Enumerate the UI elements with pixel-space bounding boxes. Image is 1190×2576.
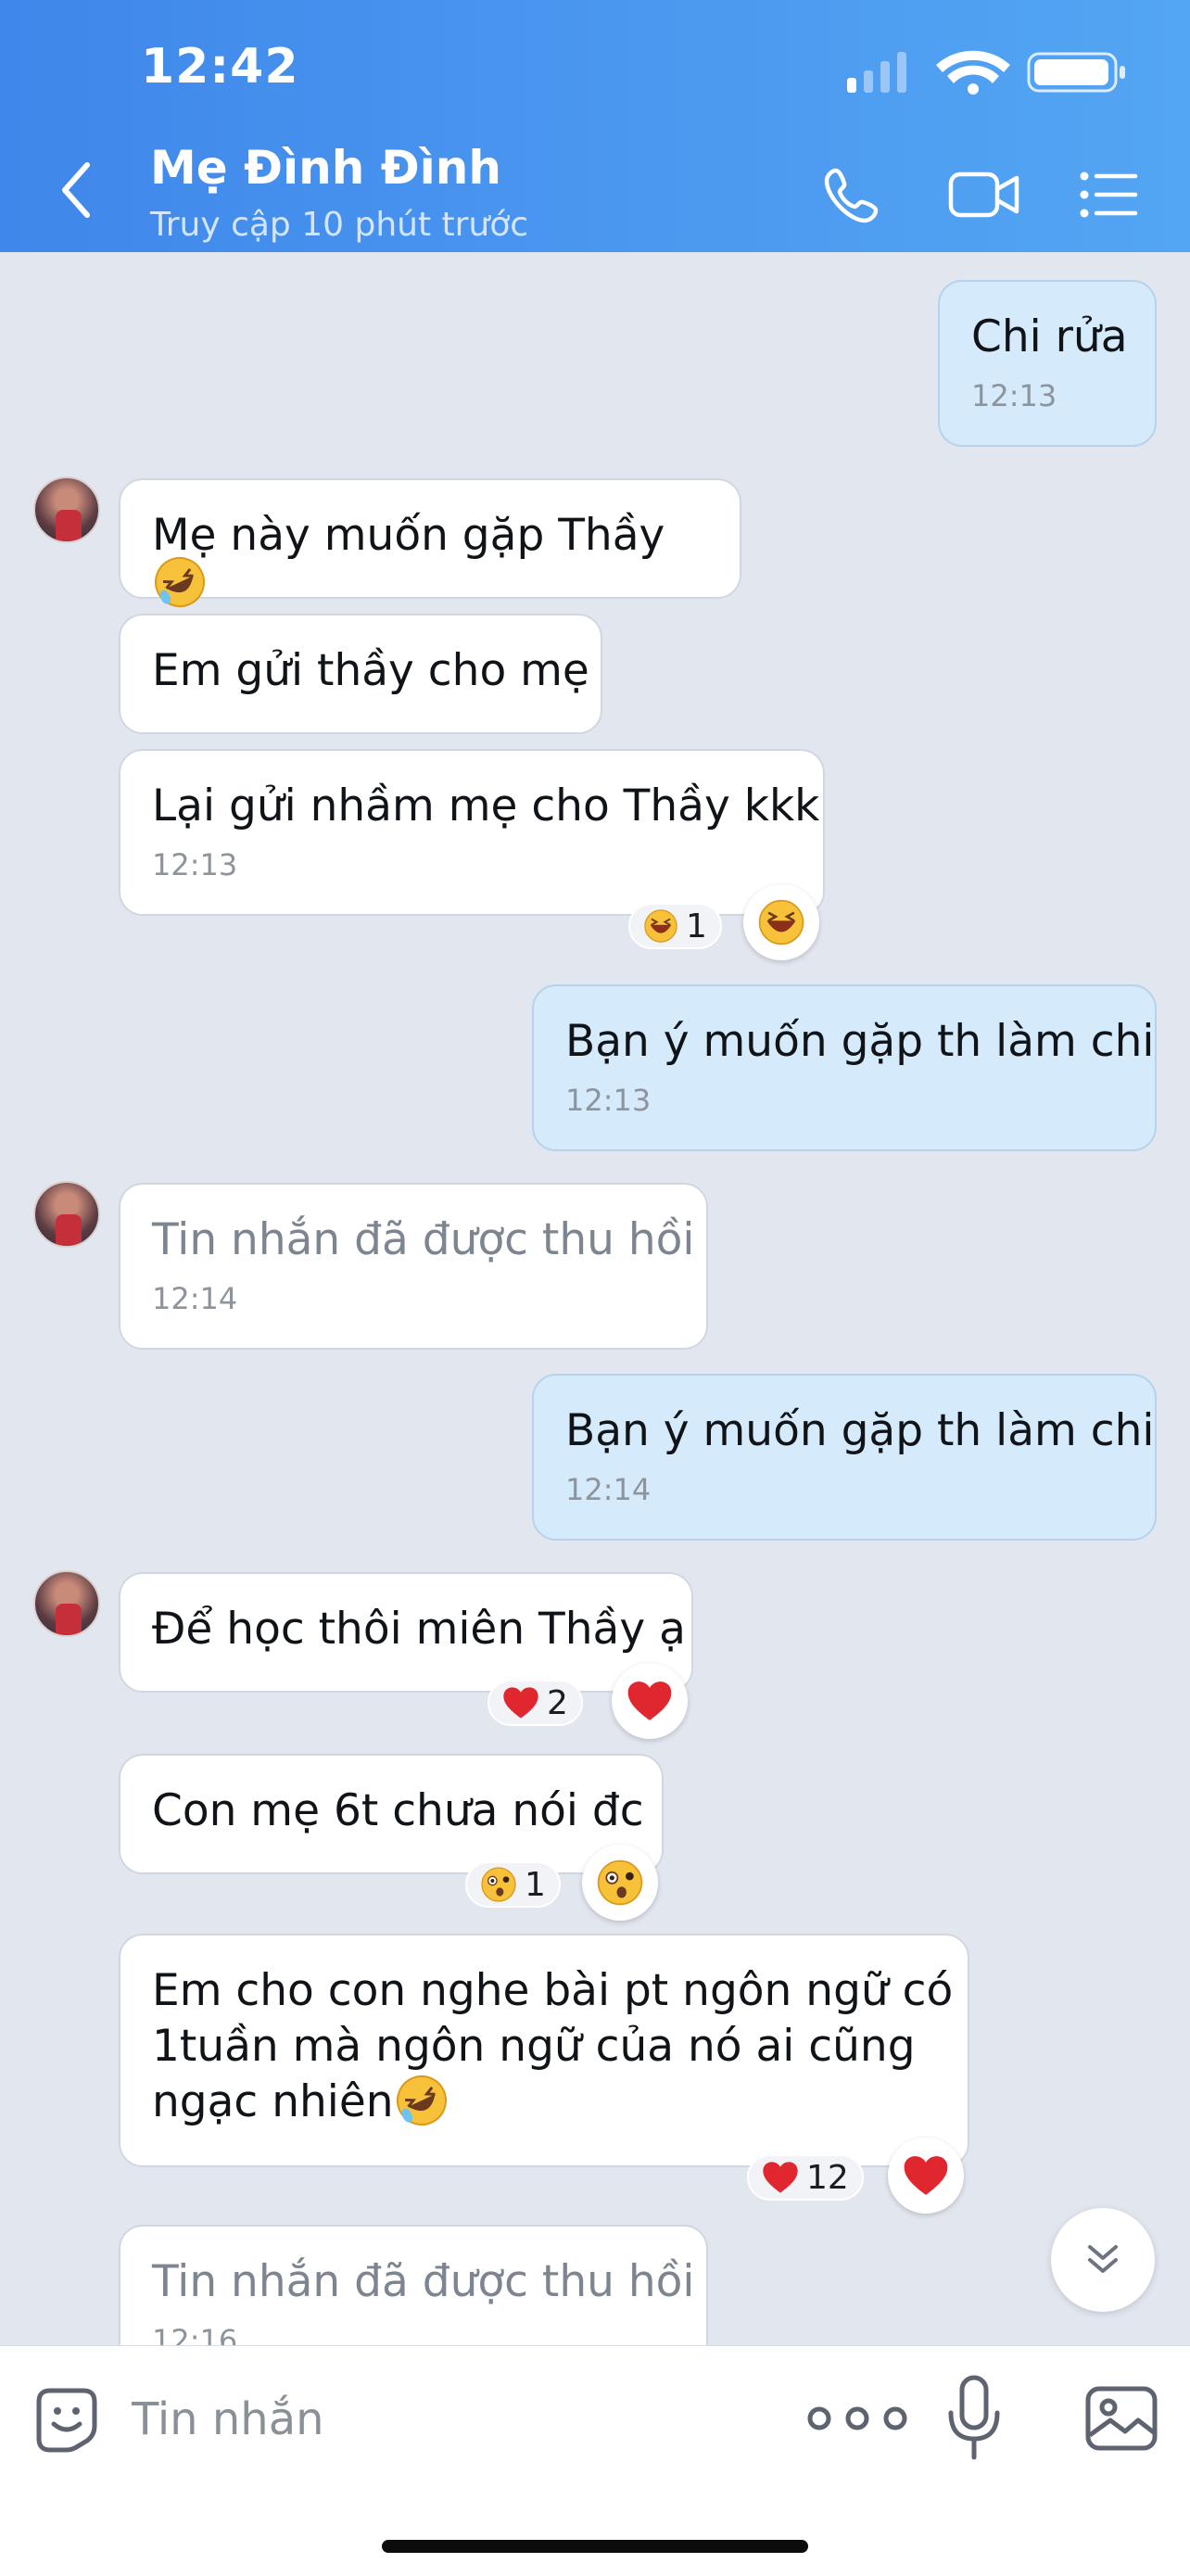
- react-button[interactable]: [888, 2138, 964, 2214]
- video-camera-icon: [948, 171, 1019, 218]
- rolling-laughing-emoji-icon: [396, 2075, 447, 2126]
- red-heart-icon: [904, 2156, 948, 2195]
- wifi-icon: [936, 50, 1010, 95]
- message-bubble-outgoing[interactable]: Bạn ý muốn gặp th làm chi 12:14: [532, 1374, 1157, 1541]
- voice-message-button[interactable]: [945, 2372, 1003, 2465]
- react-button[interactable]: [743, 884, 819, 960]
- message-text-line: 1tuần mà ngôn ngữ của nó ai cũng: [152, 2021, 916, 2072]
- rolling-laughing-emoji-icon: [155, 557, 205, 607]
- reaction-summary[interactable]: 1: [628, 903, 722, 949]
- double-chevron-down-icon: [1088, 2245, 1118, 2273]
- red-heart-icon: [627, 1681, 672, 1720]
- reaction-summary[interactable]: 12: [747, 2154, 864, 2201]
- send-image-button[interactable]: [1084, 2383, 1158, 2454]
- message-input[interactable]: [130, 2381, 764, 2457]
- message-text: Lại gửi nhầm mẹ cho Thầy kkk: [152, 780, 820, 831]
- back-button[interactable]: [54, 158, 100, 222]
- status-time: 12:42: [141, 39, 299, 95]
- battery-icon: [1027, 52, 1125, 93]
- message-bubble-incoming[interactable]: Lại gửi nhầm mẹ cho Thầy kkk 12:13: [119, 749, 825, 916]
- message-text: Bạn ý muốn gặp th làm chi: [565, 1016, 1155, 1067]
- home-indicator[interactable]: [382, 2540, 808, 2553]
- contact-avatar[interactable]: [33, 1181, 100, 1248]
- image-icon: [1085, 2386, 1158, 2451]
- scroll-to-bottom-button[interactable]: [1051, 2208, 1155, 2312]
- message-text: Bạn ý muốn gặp th làm chi: [565, 1405, 1155, 1456]
- more-dots-icon: [807, 2406, 907, 2430]
- message-time: 12:13: [152, 847, 238, 882]
- phone-icon: [824, 168, 879, 223]
- laughing-face-icon: [644, 909, 677, 943]
- list-menu-icon: [1080, 171, 1138, 218]
- surprised-face-icon: [481, 1867, 516, 1902]
- message-bubble-recalled[interactable]: Tin nhắn đã được thu hồi 12:14: [119, 1183, 708, 1350]
- message-text: Để học thôi miên Thầy ạ: [152, 1604, 686, 1655]
- surprised-face-icon: [597, 1859, 643, 1906]
- call-button[interactable]: [816, 158, 890, 232]
- microphone-icon: [948, 2375, 1000, 2460]
- red-heart-icon: [503, 1687, 538, 1719]
- reaction-summary[interactable]: 2: [487, 1680, 583, 1726]
- message-bubble-incoming[interactable]: Mẹ này muốn gặp Thầy: [119, 478, 741, 607]
- reaction-count: 2: [547, 1683, 568, 1722]
- video-call-button[interactable]: [938, 158, 1031, 232]
- message-text: Tin nhắn đã được thu hồi: [152, 2256, 695, 2307]
- reaction-count: 1: [686, 907, 707, 945]
- reaction-count: 12: [806, 2158, 849, 2197]
- react-button[interactable]: [612, 1663, 688, 1739]
- contact-name[interactable]: Mẹ Đình Đình: [150, 141, 501, 195]
- message-text: Mẹ này muốn gặp Thầy: [152, 510, 665, 561]
- message-bubble-incoming[interactable]: Em cho con nghe bài pt ngôn ngữ có 1tuần…: [119, 1934, 969, 2167]
- last-seen-status: Truy cập 10 phút trước: [150, 206, 529, 244]
- more-options-button[interactable]: [797, 2392, 918, 2444]
- sticker-button[interactable]: [30, 2381, 104, 2455]
- message-bubble-incoming[interactable]: Con mẹ 6t chưa nói đc: [119, 1754, 664, 1874]
- contact-avatar[interactable]: [33, 1570, 100, 1637]
- message-text: Em gửi thầy cho mẹ: [152, 645, 589, 696]
- message-text-line: Em cho con nghe bài pt ngôn ngữ có: [152, 1965, 954, 2016]
- react-button[interactable]: [582, 1845, 658, 1921]
- options-menu-button[interactable]: [1068, 158, 1151, 232]
- message-bubble-incoming[interactable]: Để học thôi miên Thầy ạ: [119, 1572, 693, 1693]
- message-text: Chi rửa: [971, 311, 1128, 362]
- signal-icon: [847, 52, 906, 93]
- chevron-left-icon: [62, 162, 90, 218]
- message-text: Con mẹ 6t chưa nói đc: [152, 1785, 644, 1836]
- message-time: 12:14: [152, 1281, 238, 1316]
- message-time: 12:13: [565, 1083, 652, 1118]
- laughing-face-icon: [758, 899, 804, 945]
- reaction-summary[interactable]: 1: [465, 1861, 561, 1908]
- contact-avatar[interactable]: [33, 476, 100, 543]
- message-time: 12:13: [971, 378, 1057, 413]
- message-text-line: ngạc nhiên: [152, 2076, 394, 2127]
- message-bubble-outgoing[interactable]: Bạn ý muốn gặp th làm chi 12:13: [532, 984, 1157, 1151]
- message-time: 12:14: [565, 1472, 652, 1507]
- message-bubble-incoming[interactable]: Em gửi thầy cho mẹ: [119, 614, 602, 734]
- smiley-sticker-icon: [36, 2388, 97, 2453]
- chat-header: 12:42 Mẹ Đình Đình Truy cập 10 phút trướ…: [0, 0, 1190, 252]
- message-bubble-outgoing[interactable]: Chi rửa 12:13: [938, 280, 1157, 447]
- reaction-count: 1: [525, 1865, 546, 1904]
- message-text: Tin nhắn đã được thu hồi: [152, 1214, 695, 1265]
- red-heart-icon: [763, 2162, 798, 2193]
- status-icons: [847, 50, 1125, 95]
